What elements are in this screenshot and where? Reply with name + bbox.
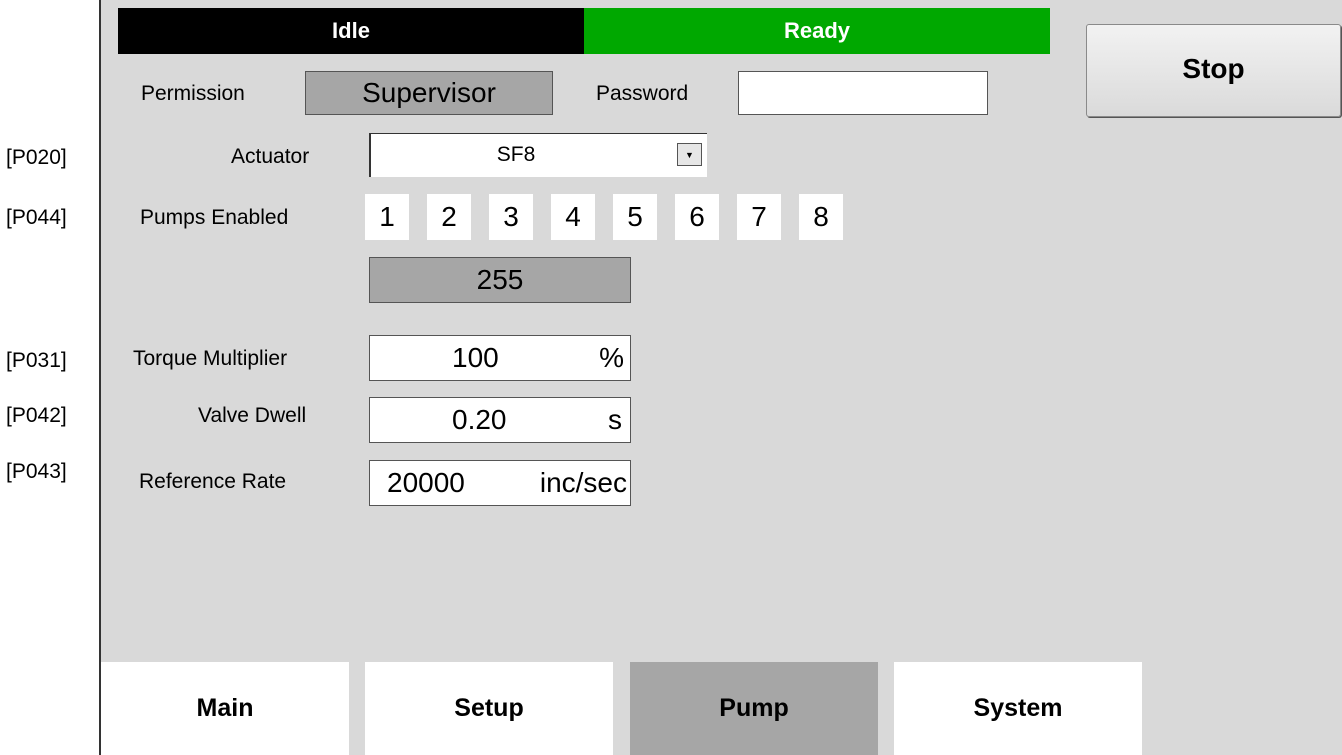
valve-dwell-field[interactable]: 0.20 s — [369, 397, 631, 443]
password-label: Password — [596, 82, 689, 105]
pump-toggle-4[interactable]: 4 — [551, 194, 595, 240]
valve-dwell-value: 0.20 — [452, 404, 507, 435]
stop-button[interactable]: Stop — [1086, 24, 1341, 117]
param-code-pumps: [P044] — [6, 206, 67, 229]
reference-rate-unit: inc/sec — [539, 467, 627, 498]
torque-multiplier-unit: % — [599, 342, 624, 373]
status-ready: Ready — [584, 8, 1050, 54]
torque-multiplier-label: Torque Multiplier — [133, 347, 288, 370]
tab-pump[interactable]: Pump — [630, 662, 878, 755]
actuator-select[interactable]: SF8 ▼ — [369, 133, 707, 177]
tab-main[interactable]: Main — [101, 662, 349, 755]
valve-dwell-label: Valve Dwell — [198, 404, 307, 427]
reference-rate-value: 20000 — [387, 467, 465, 498]
actuator-value: SF8 — [496, 143, 536, 166]
valve-dwell-unit: s — [608, 404, 622, 435]
dropdown-arrow-icon[interactable]: ▼ — [677, 143, 702, 166]
param-code-torque: [P031] — [6, 349, 67, 372]
reference-rate-field[interactable]: 20000 inc/sec — [369, 460, 631, 506]
pump-toggle-3[interactable]: 3 — [489, 194, 533, 240]
torque-multiplier-value: 100 — [452, 342, 499, 373]
tab-system[interactable]: System — [894, 662, 1142, 755]
pump-toggle-5[interactable]: 5 — [613, 194, 657, 240]
param-code-actuator: [P020] — [6, 146, 67, 169]
pump-toggle-7[interactable]: 7 — [737, 194, 781, 240]
pump-toggle-6[interactable]: 6 — [675, 194, 719, 240]
permission-label: Permission — [141, 82, 245, 105]
status-idle: Idle — [118, 8, 584, 54]
pump-toggle-1[interactable]: 1 — [365, 194, 409, 240]
hmi-panel: Idle Ready Stop Permission Supervisor Pa… — [99, 0, 1342, 755]
permission-value[interactable]: Supervisor — [305, 71, 553, 115]
pumps-enabled-label: Pumps Enabled — [140, 206, 289, 229]
pump-toggle-2[interactable]: 2 — [427, 194, 471, 240]
torque-multiplier-field[interactable]: 100 % — [369, 335, 631, 381]
password-input[interactable] — [738, 71, 988, 115]
pumps-mask-value: 255 — [369, 257, 631, 303]
pump-toggle-8[interactable]: 8 — [799, 194, 843, 240]
reference-rate-label: Reference Rate — [139, 470, 287, 493]
param-code-dwell: [P042] — [6, 404, 67, 427]
param-code-refrate: [P043] — [6, 460, 67, 483]
actuator-label: Actuator — [231, 145, 310, 168]
tab-setup[interactable]: Setup — [365, 662, 613, 755]
